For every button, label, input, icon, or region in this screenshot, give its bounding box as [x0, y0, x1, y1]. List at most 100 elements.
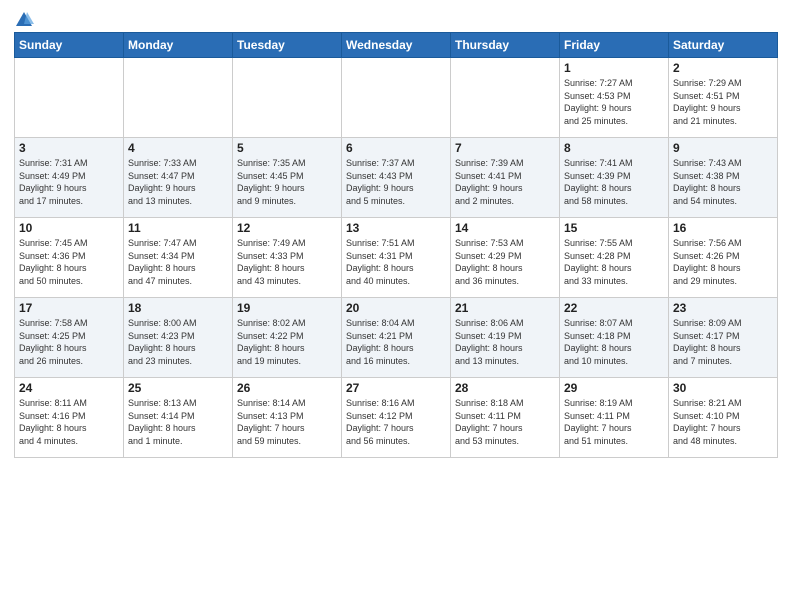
day-number: 28 [455, 381, 555, 395]
calendar-week-row: 1 Sunrise: 7:27 AM Sunset: 4:53 PM Daylig… [15, 58, 778, 138]
day-number: 5 [237, 141, 337, 155]
day-info: Sunrise: 7:27 AM Sunset: 4:53 PM Dayligh… [564, 77, 664, 127]
day-info: Sunrise: 7:56 AM Sunset: 4:26 PM Dayligh… [673, 237, 773, 287]
day-info: Sunrise: 7:53 AM Sunset: 4:29 PM Dayligh… [455, 237, 555, 287]
day-info: Sunrise: 7:47 AM Sunset: 4:34 PM Dayligh… [128, 237, 228, 287]
day-number: 24 [19, 381, 119, 395]
calendar-cell [15, 58, 124, 138]
calendar-cell: 30 Sunrise: 8:21 AM Sunset: 4:10 PM Dayli… [669, 378, 778, 458]
calendar-week-row: 3 Sunrise: 7:31 AM Sunset: 4:49 PM Daylig… [15, 138, 778, 218]
calendar-week-row: 17 Sunrise: 7:58 AM Sunset: 4:25 PM Dayli… [15, 298, 778, 378]
calendar-cell: 5 Sunrise: 7:35 AM Sunset: 4:45 PM Daylig… [233, 138, 342, 218]
day-info: Sunrise: 7:51 AM Sunset: 4:31 PM Dayligh… [346, 237, 446, 287]
calendar-week-row: 24 Sunrise: 8:11 AM Sunset: 4:16 PM Dayli… [15, 378, 778, 458]
day-number: 21 [455, 301, 555, 315]
day-info: Sunrise: 7:39 AM Sunset: 4:41 PM Dayligh… [455, 157, 555, 207]
calendar-cell: 12Sunrise: 7:49 AM Sunset: 4:33 PM Dayli… [233, 218, 342, 298]
calendar-cell: 27Sunrise: 8:16 AM Sunset: 4:12 PM Dayli… [342, 378, 451, 458]
day-number: 20 [346, 301, 446, 315]
weekday-header-saturday: Saturday [669, 33, 778, 58]
day-number: 23 [673, 301, 773, 315]
calendar-cell: 19 Sunrise: 8:02 AM Sunset: 4:22 PM Dayli… [233, 298, 342, 378]
day-number: 7 [455, 141, 555, 155]
calendar-cell: 25 Sunrise: 8:13 AM Sunset: 4:14 PM Dayli… [124, 378, 233, 458]
calendar-cell: 15 Sunrise: 7:55 AM Sunset: 4:28 PM Dayli… [560, 218, 669, 298]
day-info: Sunrise: 7:45 AM Sunset: 4:36 PM Dayligh… [19, 237, 119, 287]
logo-icon [14, 10, 34, 30]
calendar-table: SundayMondayTuesdayWednesdayThursdayFrid… [14, 32, 778, 458]
day-info: Sunrise: 7:37 AM Sunset: 4:43 PM Dayligh… [346, 157, 446, 207]
day-info: Sunrise: 8:13 AM Sunset: 4:14 PM Dayligh… [128, 397, 228, 447]
calendar-cell: 16 Sunrise: 7:56 AM Sunset: 4:26 PM Dayli… [669, 218, 778, 298]
calendar-cell: 2 Sunrise: 7:29 AM Sunset: 4:51 PM Daylig… [669, 58, 778, 138]
calendar-cell: 8 Sunrise: 7:41 AM Sunset: 4:39 PM Daylig… [560, 138, 669, 218]
calendar-cell: 23 Sunrise: 8:09 AM Sunset: 4:17 PM Dayli… [669, 298, 778, 378]
day-info: Sunrise: 8:16 AM Sunset: 4:12 PM Dayligh… [346, 397, 446, 447]
calendar-cell: 7 Sunrise: 7:39 AM Sunset: 4:41 PM Daylig… [451, 138, 560, 218]
day-number: 2 [673, 61, 773, 75]
day-info: Sunrise: 7:41 AM Sunset: 4:39 PM Dayligh… [564, 157, 664, 207]
calendar-cell: 20 Sunrise: 8:04 AM Sunset: 4:21 PM Dayli… [342, 298, 451, 378]
day-info: Sunrise: 8:11 AM Sunset: 4:16 PM Dayligh… [19, 397, 119, 447]
day-number: 3 [19, 141, 119, 155]
calendar-cell: 1 Sunrise: 7:27 AM Sunset: 4:53 PM Daylig… [560, 58, 669, 138]
weekday-header-wednesday: Wednesday [342, 33, 451, 58]
day-number: 16 [673, 221, 773, 235]
day-number: 17 [19, 301, 119, 315]
calendar-cell: 6 Sunrise: 7:37 AM Sunset: 4:43 PM Daylig… [342, 138, 451, 218]
calendar-cell: 14 Sunrise: 7:53 AM Sunset: 4:29 PM Dayli… [451, 218, 560, 298]
day-info: Sunrise: 8:00 AM Sunset: 4:23 PM Dayligh… [128, 317, 228, 367]
calendar-cell: 29 Sunrise: 8:19 AM Sunset: 4:11 PM Dayli… [560, 378, 669, 458]
weekday-header-tuesday: Tuesday [233, 33, 342, 58]
day-info: Sunrise: 8:07 AM Sunset: 4:18 PM Dayligh… [564, 317, 664, 367]
calendar-cell: 18 Sunrise: 8:00 AM Sunset: 4:23 PM Dayli… [124, 298, 233, 378]
day-info: Sunrise: 8:02 AM Sunset: 4:22 PM Dayligh… [237, 317, 337, 367]
day-info: Sunrise: 7:43 AM Sunset: 4:38 PM Dayligh… [673, 157, 773, 207]
header [14, 10, 778, 26]
day-number: 4 [128, 141, 228, 155]
day-info: Sunrise: 7:31 AM Sunset: 4:49 PM Dayligh… [19, 157, 119, 207]
day-number: 14 [455, 221, 555, 235]
calendar-cell: 28 Sunrise: 8:18 AM Sunset: 4:11 PM Dayli… [451, 378, 560, 458]
day-number: 11 [128, 221, 228, 235]
day-number: 30 [673, 381, 773, 395]
day-number: 9 [673, 141, 773, 155]
day-number: 26 [237, 381, 337, 395]
day-number: 8 [564, 141, 664, 155]
calendar-cell: 22 Sunrise: 8:07 AM Sunset: 4:18 PM Dayli… [560, 298, 669, 378]
day-info: Sunrise: 8:19 AM Sunset: 4:11 PM Dayligh… [564, 397, 664, 447]
calendar-cell: 9 Sunrise: 7:43 AM Sunset: 4:38 PM Daylig… [669, 138, 778, 218]
logo [14, 10, 38, 26]
calendar-cell [233, 58, 342, 138]
day-number: 18 [128, 301, 228, 315]
day-number: 6 [346, 141, 446, 155]
day-number: 25 [128, 381, 228, 395]
day-info: Sunrise: 7:55 AM Sunset: 4:28 PM Dayligh… [564, 237, 664, 287]
day-info: Sunrise: 8:18 AM Sunset: 4:11 PM Dayligh… [455, 397, 555, 447]
day-info: Sunrise: 7:35 AM Sunset: 4:45 PM Dayligh… [237, 157, 337, 207]
day-number: 15 [564, 221, 664, 235]
day-number: 29 [564, 381, 664, 395]
day-info: Sunrise: 8:04 AM Sunset: 4:21 PM Dayligh… [346, 317, 446, 367]
day-info: Sunrise: 7:33 AM Sunset: 4:47 PM Dayligh… [128, 157, 228, 207]
day-info: Sunrise: 8:09 AM Sunset: 4:17 PM Dayligh… [673, 317, 773, 367]
day-info: Sunrise: 7:29 AM Sunset: 4:51 PM Dayligh… [673, 77, 773, 127]
day-info: Sunrise: 8:06 AM Sunset: 4:19 PM Dayligh… [455, 317, 555, 367]
day-info: Sunrise: 7:58 AM Sunset: 4:25 PM Dayligh… [19, 317, 119, 367]
day-info: Sunrise: 8:21 AM Sunset: 4:10 PM Dayligh… [673, 397, 773, 447]
day-number: 22 [564, 301, 664, 315]
calendar-week-row: 10 Sunrise: 7:45 AM Sunset: 4:36 PM Dayli… [15, 218, 778, 298]
calendar-cell: 24 Sunrise: 8:11 AM Sunset: 4:16 PM Dayli… [15, 378, 124, 458]
day-number: 1 [564, 61, 664, 75]
calendar-cell: 21 Sunrise: 8:06 AM Sunset: 4:19 PM Dayli… [451, 298, 560, 378]
day-number: 10 [19, 221, 119, 235]
calendar-cell [124, 58, 233, 138]
calendar-cell: 17 Sunrise: 7:58 AM Sunset: 4:25 PM Dayli… [15, 298, 124, 378]
day-number: 13 [346, 221, 446, 235]
calendar-cell [451, 58, 560, 138]
calendar-cell: 10 Sunrise: 7:45 AM Sunset: 4:36 PM Dayli… [15, 218, 124, 298]
page: SundayMondayTuesdayWednesdayThursdayFrid… [0, 0, 792, 612]
day-number: 19 [237, 301, 337, 315]
calendar-cell: 13 Sunrise: 7:51 AM Sunset: 4:31 PM Dayli… [342, 218, 451, 298]
calendar-cell: 4 Sunrise: 7:33 AM Sunset: 4:47 PM Daylig… [124, 138, 233, 218]
